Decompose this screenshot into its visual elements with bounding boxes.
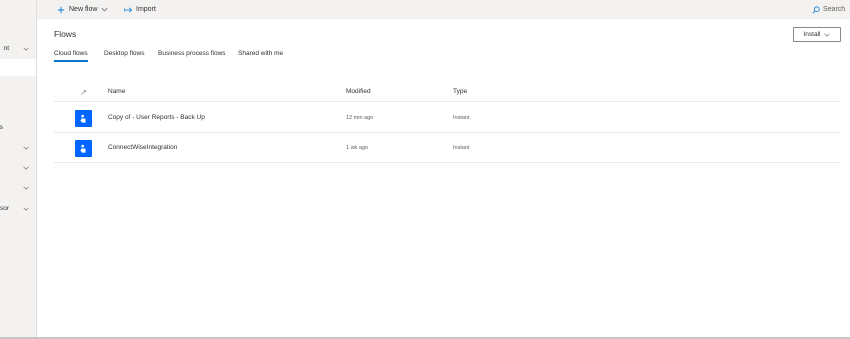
flow-name[interactable]: Copy of - User Reports - Back Up — [108, 114, 205, 121]
nav-item-4[interactable] — [0, 163, 36, 175]
touch-icon — [75, 140, 92, 157]
file-type-icon[interactable] — [80, 89, 87, 96]
flow-type: Instant — [453, 115, 470, 121]
nav-item-6[interactable]: visor — [0, 204, 36, 216]
install-label: Install — [803, 31, 821, 38]
flow-modified: 12 min ago — [346, 115, 374, 121]
tab-desktop-flows[interactable]: Desktop flows — [104, 50, 144, 62]
command-bar: New flow Import Search — [37, 0, 850, 19]
import-icon — [124, 6, 133, 13]
tab-cloud-flows[interactable]: Cloud flows — [54, 50, 88, 62]
column-header-type[interactable]: Type — [453, 88, 467, 95]
chevron-down-icon — [23, 186, 29, 190]
search-box[interactable]: Search — [812, 0, 845, 19]
nav-item-label: nt — [3, 45, 9, 52]
import-button[interactable]: Import — [124, 0, 156, 19]
page-title: Flows — [54, 29, 77, 39]
chevron-down-icon — [23, 146, 29, 150]
column-header-name[interactable]: Name — [108, 88, 125, 95]
nav-item-selected[interactable] — [0, 59, 36, 76]
search-icon — [812, 5, 820, 13]
nav-item-3[interactable] — [0, 143, 36, 155]
table-header: Name Modified Type — [54, 85, 840, 102]
nav-item-label: s — [0, 124, 3, 131]
chevron-down-icon — [23, 166, 29, 170]
column-header-modified[interactable]: Modified — [346, 88, 371, 95]
tab-shared-with-me[interactable]: Shared with me — [238, 50, 283, 62]
touch-icon — [75, 110, 92, 127]
flow-name[interactable]: ConnectWiseIntegration — [108, 144, 177, 151]
nav-item-2[interactable]: s — [0, 123, 36, 135]
nav-item-label: visor — [0, 205, 9, 212]
flow-type: Instant — [453, 145, 470, 151]
nav-item-5[interactable] — [0, 183, 36, 195]
left-navigation: nt s visor — [0, 0, 37, 339]
nav-item-1[interactable]: nt — [0, 44, 36, 56]
plus-icon — [57, 6, 65, 13]
new-flow-label: New flow — [69, 6, 98, 13]
table-row[interactable]: Copy of - User Reports - Back Up 12 min … — [54, 103, 840, 133]
flow-modified: 1 wk ago — [346, 145, 369, 151]
search-label: Search — [823, 6, 846, 13]
tab-business-process-flows[interactable]: Business process flows — [158, 50, 226, 62]
chevron-down-icon — [824, 33, 831, 37]
chevron-down-icon — [101, 7, 108, 12]
chevron-down-icon — [23, 207, 29, 211]
chevron-down-icon — [23, 47, 29, 51]
import-label: Import — [136, 6, 156, 13]
table-row[interactable]: ConnectWiseIntegration 1 wk ago Instant — [54, 133, 840, 163]
new-flow-button[interactable]: New flow — [57, 0, 108, 19]
install-button[interactable]: Install — [793, 27, 841, 42]
